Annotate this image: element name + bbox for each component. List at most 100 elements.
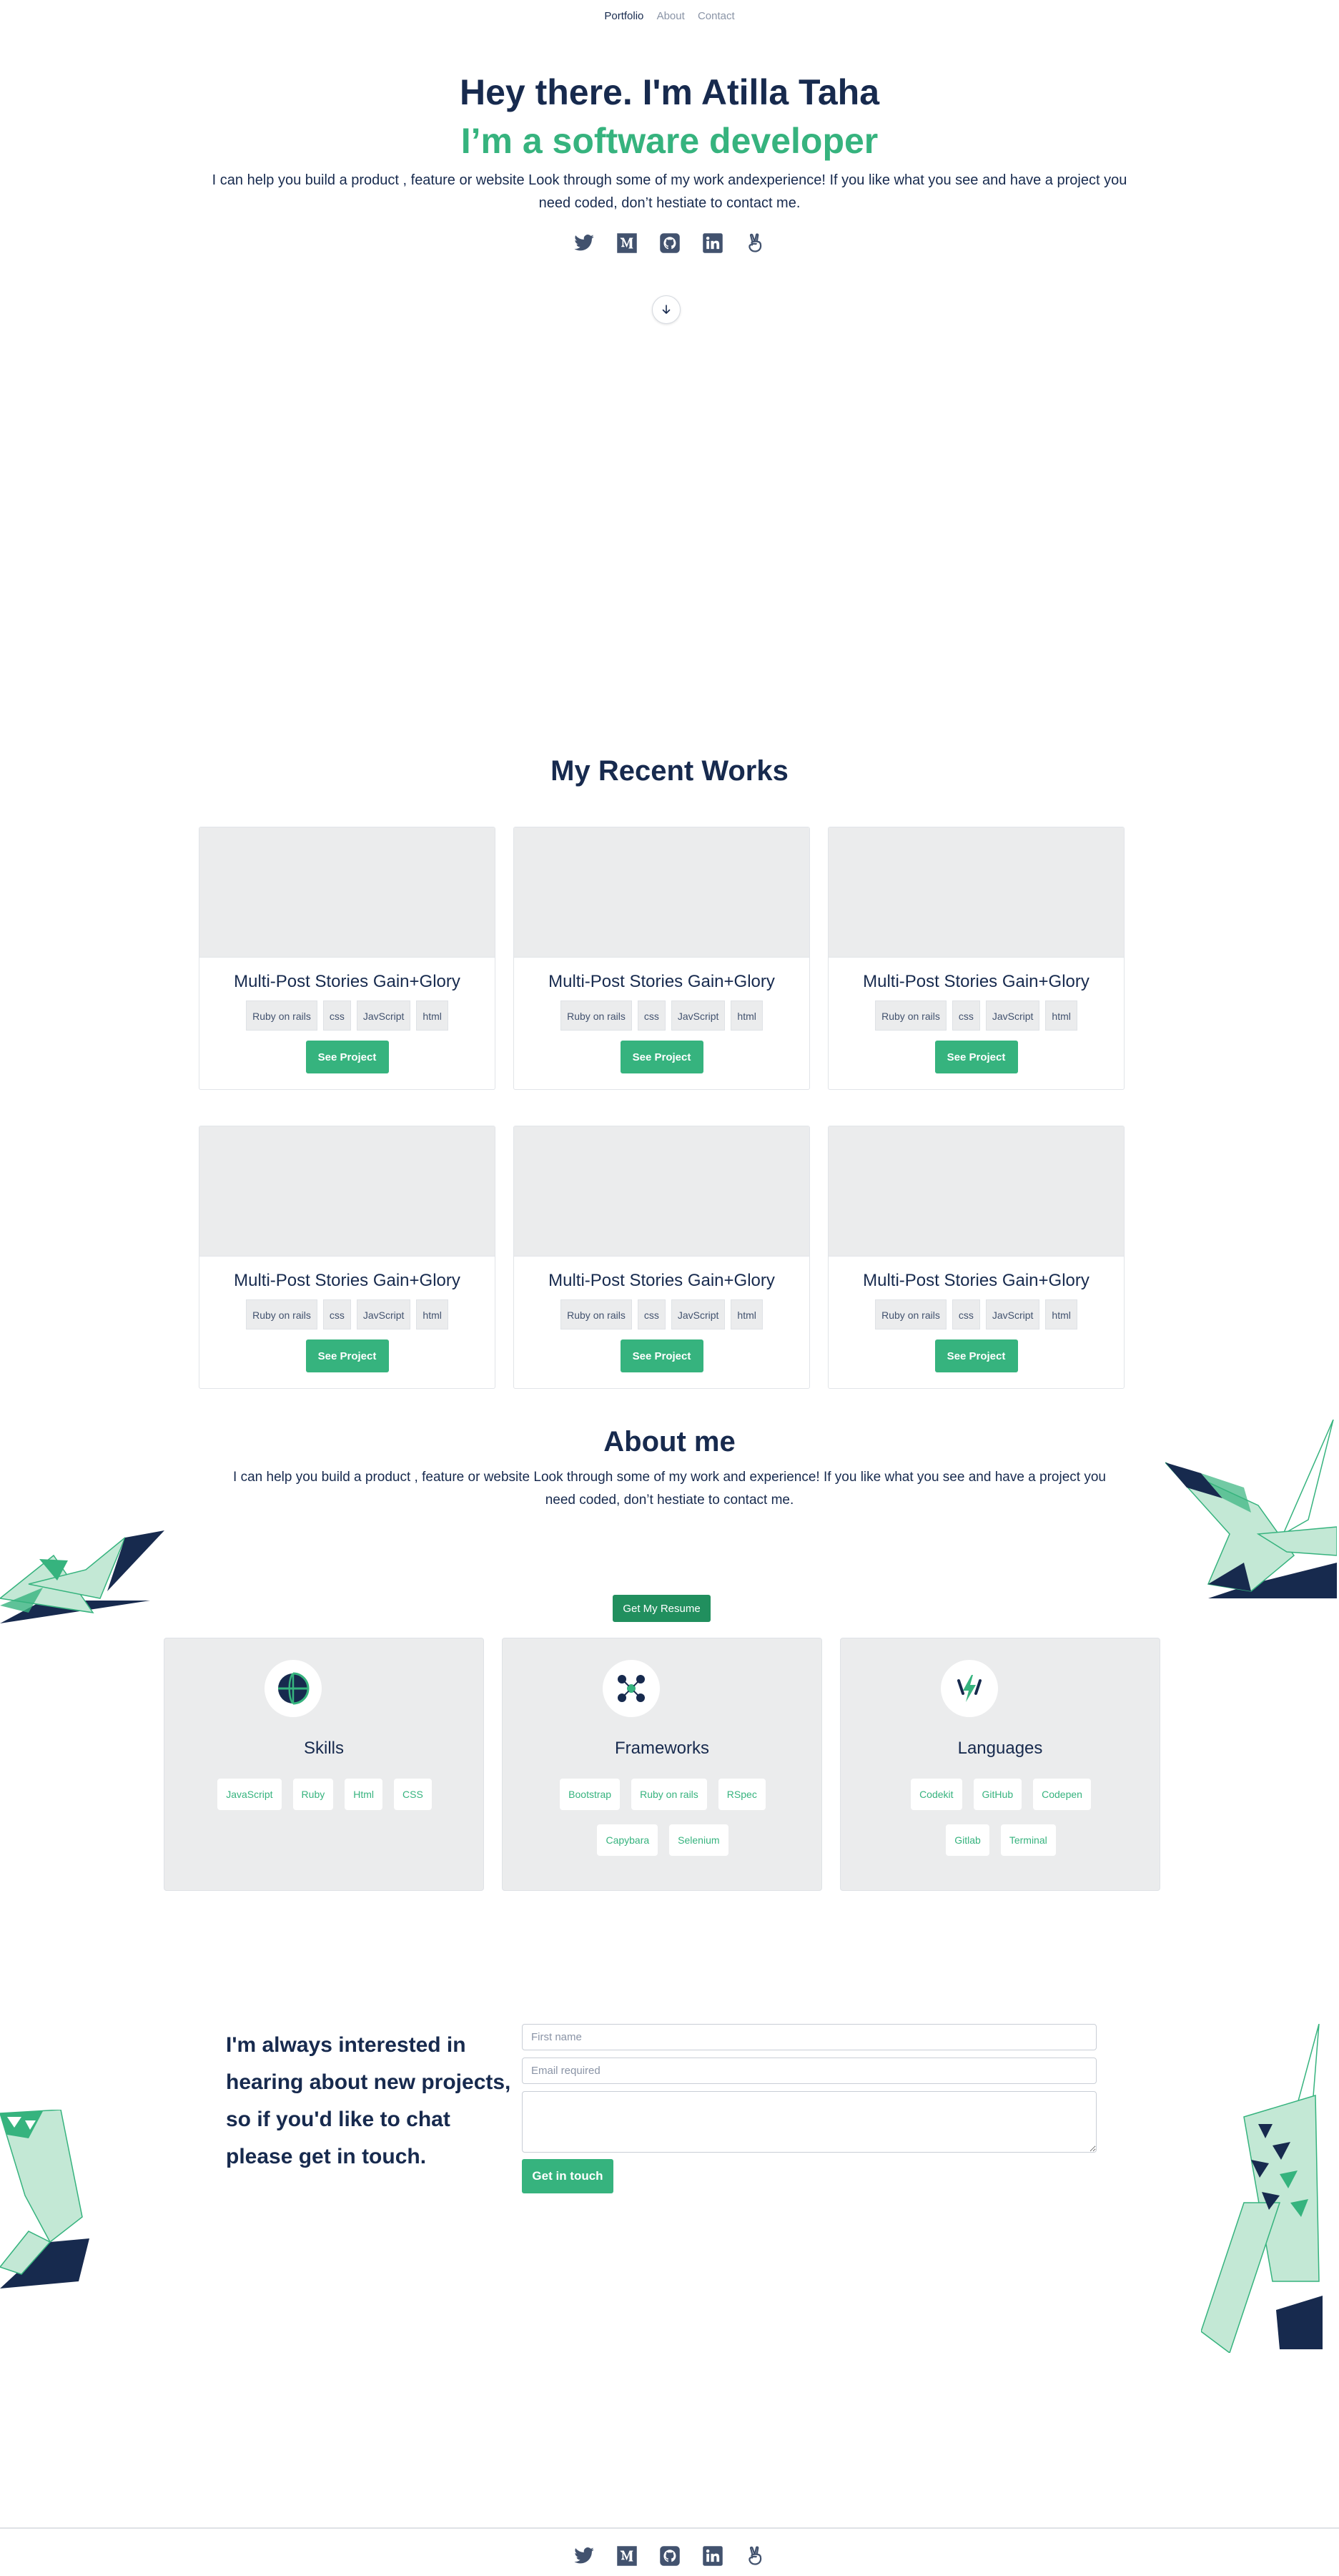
see-project-button[interactable]: See Project: [305, 1339, 389, 1372]
about-title: About me: [603, 1426, 736, 1457]
hero-subtitle: I’m a software developer: [460, 121, 879, 161]
project-image: [199, 1126, 495, 1257]
hero-description: I can help you build a product , feature…: [212, 172, 1127, 211]
nav-about-link[interactable]: About: [657, 10, 685, 22]
angellist-icon[interactable]: [744, 232, 767, 255]
project-tag: css: [637, 1299, 666, 1329]
project-title: Multi-Post Stories Gain+Glory: [548, 972, 775, 991]
lightning-icon: [941, 1660, 998, 1717]
framework-item: Selenium: [669, 1824, 728, 1856]
github-icon[interactable]: [658, 232, 681, 255]
origami-bird-left-illustration: [0, 1530, 164, 1623]
email-input[interactable]: [522, 2058, 1097, 2084]
framework-item: Capybara: [597, 1824, 658, 1856]
project-card: Multi-Post Stories Gain+Glory Ruby on ra…: [513, 1126, 810, 1389]
see-project-button[interactable]: See Project: [620, 1339, 703, 1372]
globe-icon: [265, 1660, 322, 1717]
project-card: Multi-Post Stories Gain+Glory Ruby on ra…: [828, 1126, 1125, 1389]
works-title: My Recent Works: [550, 755, 789, 787]
skill-item: CSS: [394, 1779, 432, 1810]
footer-social-links: [0, 2545, 1339, 2567]
twitter-icon[interactable]: [573, 2545, 596, 2567]
project-tag: JavScript: [671, 1299, 726, 1329]
project-tag: html: [1045, 1299, 1077, 1329]
project-tags: Ruby on rails css JavScript html: [829, 1299, 1124, 1329]
angellist-icon[interactable]: [744, 2545, 767, 2567]
language-item: Codekit: [911, 1779, 962, 1810]
framework-item: Bootstrap: [560, 1779, 621, 1810]
framework-item: RSpec: [718, 1779, 766, 1810]
project-tag: css: [952, 1299, 980, 1329]
project-card: Multi-Post Stories Gain+Glory Ruby on ra…: [199, 1126, 495, 1389]
top-nav: Portfolio About Contact: [0, 10, 1339, 22]
origami-crane-left-illustration: [0, 2110, 89, 2289]
project-tag: html: [416, 1299, 448, 1329]
origami-bird-right-illustration: [1165, 1420, 1337, 1598]
contact-heading: I'm always interested in hearing about n…: [226, 2033, 511, 2168]
project-tag: Ruby on rails: [875, 1299, 947, 1329]
hero-social-links: [0, 232, 1339, 255]
project-tag: css: [952, 1001, 980, 1031]
project-tag: html: [731, 1299, 763, 1329]
medium-icon[interactable]: [616, 232, 638, 255]
see-project-button[interactable]: See Project: [620, 1041, 703, 1073]
skill-item: JavaScript: [217, 1779, 282, 1810]
nav-contact-link[interactable]: Contact: [698, 10, 735, 22]
medium-icon[interactable]: [616, 2545, 638, 2567]
project-tag: css: [322, 1001, 351, 1031]
project-title: Multi-Post Stories Gain+Glory: [863, 1271, 1090, 1290]
project-tag: JavScript: [356, 1299, 411, 1329]
project-tag: css: [637, 1001, 666, 1031]
project-tags: Ruby on rails css JavScript html: [199, 1001, 495, 1031]
project-image: [829, 1126, 1124, 1257]
frameworks-card: Frameworks Bootstrap Ruby on rails RSpec…: [502, 1638, 822, 1891]
skills-list: JavaScript Ruby Html CSS: [207, 1779, 442, 1810]
about-description: I can help you build a product , feature…: [233, 1470, 1106, 1508]
skills-card: Skills JavaScript Ruby Html CSS: [164, 1638, 484, 1891]
skills-section: Skills JavaScript Ruby Html CSS Framewor…: [164, 1638, 1160, 1891]
project-card: Multi-Post Stories Gain+Glory Ruby on ra…: [199, 827, 495, 1090]
arrow-down-icon: [662, 305, 671, 314]
frameworks-list: Bootstrap Ruby on rails RSpec Capybara S…: [545, 1779, 780, 1856]
project-tag: Ruby on rails: [560, 1001, 632, 1031]
project-image: [514, 827, 809, 958]
language-item: Gitlab: [946, 1824, 989, 1856]
project-title: Multi-Post Stories Gain+Glory: [863, 972, 1090, 991]
project-tag: JavScript: [985, 1001, 1040, 1031]
see-project-button[interactable]: See Project: [934, 1041, 1018, 1073]
skills-card-title: Skills: [303, 1739, 344, 1758]
see-project-button[interactable]: See Project: [934, 1339, 1018, 1372]
get-in-touch-button[interactable]: Get in touch: [522, 2159, 613, 2193]
project-tag: Ruby on rails: [875, 1001, 947, 1031]
project-title: Multi-Post Stories Gain+Glory: [234, 1271, 460, 1290]
project-tags: Ruby on rails css JavScript html: [514, 1299, 809, 1329]
linkedin-icon[interactable]: [701, 2545, 724, 2567]
nav-portfolio-link[interactable]: Portfolio: [604, 10, 643, 22]
scroll-down-button[interactable]: [652, 295, 681, 324]
project-image: [829, 827, 1124, 958]
network-icon: [603, 1660, 660, 1717]
project-tag: html: [416, 1001, 448, 1031]
project-title: Multi-Post Stories Gain+Glory: [548, 1271, 775, 1290]
footer-divider: [0, 2527, 1339, 2529]
language-item: Codepen: [1033, 1779, 1091, 1810]
first-name-input[interactable]: [522, 2024, 1097, 2050]
origami-crane-right-illustration: [1201, 2024, 1323, 2353]
github-icon[interactable]: [658, 2545, 681, 2567]
project-tags: Ruby on rails css JavScript html: [829, 1001, 1124, 1031]
project-card: Multi-Post Stories Gain+Glory Ruby on ra…: [513, 827, 810, 1090]
hero-title: Hey there. I'm Atilla Taha: [459, 72, 880, 112]
see-project-button[interactable]: See Project: [305, 1041, 389, 1073]
twitter-icon[interactable]: [573, 232, 596, 255]
message-textarea[interactable]: [522, 2091, 1097, 2153]
linkedin-icon[interactable]: [701, 232, 724, 255]
project-image: [199, 827, 495, 958]
project-tag: JavScript: [356, 1001, 411, 1031]
project-tag: JavScript: [671, 1001, 726, 1031]
skill-item: Html: [345, 1779, 383, 1810]
get-resume-button[interactable]: Get My Resume: [613, 1595, 711, 1622]
project-tag: Ruby on rails: [560, 1299, 632, 1329]
project-tag: html: [731, 1001, 763, 1031]
language-item: Terminal: [1000, 1824, 1056, 1856]
language-item: GitHub: [973, 1779, 1022, 1810]
